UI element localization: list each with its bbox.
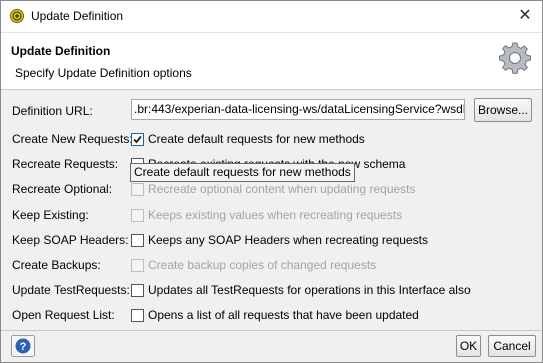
tooltip: Create default requests for new methods: [130, 163, 355, 182]
open-request-list-checkbox[interactable]: [131, 309, 144, 322]
browse-button[interactable]: Browse...: [474, 98, 532, 122]
update-testrequests-checkbox[interactable]: [131, 284, 144, 297]
recreate-requests-label: Recreate Requests:: [12, 157, 119, 171]
svg-text:?: ?: [20, 341, 27, 353]
create-new-requests-checkbox[interactable]: [131, 133, 144, 146]
soapui-logo-icon: [10, 9, 24, 23]
create-backups-label: Create Backups:: [12, 258, 101, 272]
keep-existing-label: Keep Existing:: [12, 208, 89, 222]
recreate-optional-text[interactable]: Recreate optional content when updating …: [148, 182, 416, 196]
recreate-optional-checkbox[interactable]: [131, 183, 144, 196]
close-icon[interactable]: ✕: [515, 6, 535, 26]
open-request-list-label: Open Request List:: [12, 308, 115, 322]
keep-soap-headers-checkbox[interactable]: [131, 234, 144, 247]
cancel-button[interactable]: Cancel: [488, 335, 536, 357]
create-backups-checkbox[interactable]: [131, 259, 144, 272]
keep-soap-headers-text[interactable]: Keeps any SOAP Headers when recreating r…: [148, 233, 428, 247]
update-testrequests-text[interactable]: Updates all TestRequests for operations …: [148, 283, 471, 297]
definition-url-label: Definition URL:: [12, 104, 93, 118]
keep-soap-headers-label: Keep SOAP Headers:: [12, 233, 129, 247]
recreate-optional-label: Recreate Optional:: [12, 182, 113, 196]
definition-url-input[interactable]: .br:443/experian-data-licensing-ws/dataL…: [131, 99, 465, 120]
window-title: Update Definition: [31, 9, 124, 23]
ok-button[interactable]: OK: [456, 335, 481, 357]
header-title: Update Definition: [11, 44, 111, 58]
update-testrequests-label: Update TestRequests:: [12, 283, 130, 297]
help-icon[interactable]: ?: [11, 335, 35, 357]
keep-existing-text[interactable]: Keeps existing values when recreating re…: [148, 208, 402, 222]
create-new-requests-label: Create New Requests:: [12, 132, 133, 146]
open-request-list-text[interactable]: Opens a list of all requests that have b…: [148, 308, 419, 322]
header-subtitle: Specify Update Definition options: [15, 66, 192, 80]
footer-divider: [1, 330, 542, 331]
gear-icon: [499, 42, 531, 74]
dialog-header: Update Definition Specify Update Definit…: [1, 32, 542, 90]
keep-existing-checkbox[interactable]: [131, 209, 144, 222]
title-bar: Update Definition ✕: [1, 1, 542, 32]
checkmark-icon: [133, 135, 142, 144]
create-new-requests-text[interactable]: Create default requests for new methods: [148, 132, 365, 146]
update-definition-dialog: Update Definition ✕ Update Definition Sp…: [0, 0, 543, 363]
create-backups-text[interactable]: Create backup copies of changed requests: [148, 258, 376, 272]
